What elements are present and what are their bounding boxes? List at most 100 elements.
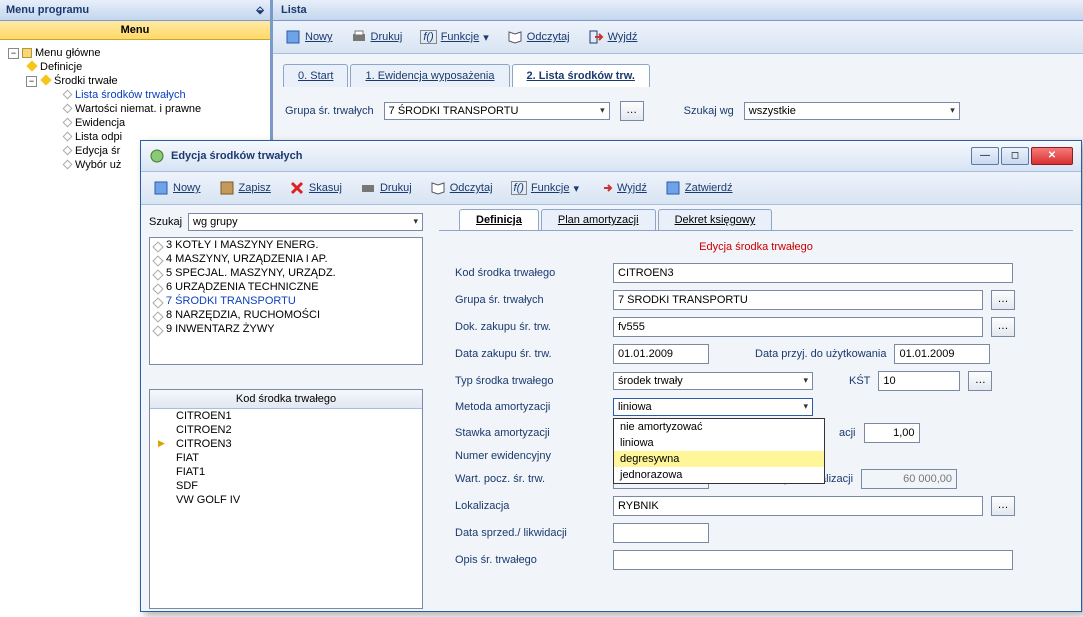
- pin-icon[interactable]: ⬙: [256, 5, 264, 16]
- table-row[interactable]: CITROEN1: [150, 409, 422, 423]
- table-row[interactable]: SDF: [150, 479, 422, 493]
- tab-lista-srodkow[interactable]: 2. Lista środków trw.: [512, 64, 650, 87]
- lok-lookup-button[interactable]: …: [991, 496, 1015, 516]
- diamond-icon: [40, 74, 51, 85]
- dropdown-option-highlighted[interactable]: degresywna: [614, 451, 824, 467]
- list-item[interactable]: 4 MASZYNY, URZĄDZENIA I AP.: [150, 252, 422, 266]
- print-icon: [360, 180, 376, 196]
- tree-definicje[interactable]: Definicje: [4, 60, 266, 74]
- odczytaj-button[interactable]: Odczytaj: [503, 27, 574, 47]
- dialog-right-pane: Definicja Plan amortyzacji Dekret księgo…: [431, 205, 1081, 617]
- exit-icon: [588, 29, 604, 45]
- diamond-icon: [63, 104, 73, 114]
- dlg-odczytaj-button[interactable]: Odczytaj: [426, 178, 497, 198]
- dok-lookup-button[interactable]: …: [991, 317, 1015, 337]
- diamond-icon: [63, 90, 73, 100]
- approve-icon: [665, 180, 681, 196]
- tab-plan[interactable]: Plan amortyzacji: [541, 209, 656, 230]
- table-row[interactable]: FIAT: [150, 451, 422, 465]
- dlg-wyjdz-button[interactable]: Wyjdź: [593, 178, 651, 198]
- nowy-button[interactable]: Nowy: [281, 27, 337, 47]
- new-icon: [285, 29, 301, 45]
- groups-listbox[interactable]: 3 KOTŁY I MASZYNY ENERG. 4 MASZYNY, URZĄ…: [149, 237, 423, 365]
- list-tabs: 0. Start 1. Ewidencja wyposażenia 2. Lis…: [273, 54, 1083, 87]
- table-row-selected[interactable]: CITROEN3: [150, 437, 422, 451]
- dlg-drukuj-button[interactable]: Drukuj: [356, 178, 416, 198]
- grupa-combo[interactable]: 7 ŚRODKI TRANSPORTU: [384, 102, 610, 120]
- minimize-button[interactable]: —: [971, 147, 999, 165]
- dlg-funkcje-button[interactable]: f()Funkcje ▾: [507, 179, 583, 197]
- save-icon: [219, 180, 235, 196]
- list-item[interactable]: 6 URZĄDZENIA TECHNICZNE: [150, 280, 422, 294]
- fn-icon: f(): [511, 181, 527, 195]
- tab-start[interactable]: 0. Start: [283, 64, 348, 87]
- drukuj-button[interactable]: Drukuj: [347, 27, 407, 47]
- wyjdz-button[interactable]: Wyjdź: [584, 27, 642, 47]
- table-row[interactable]: CITROEN2: [150, 423, 422, 437]
- book-icon: [507, 29, 523, 45]
- dialog-left-pane: Szukaj wg grupy 3 KOTŁY I MASZYNY ENERG.…: [141, 205, 431, 617]
- list-item[interactable]: 3 KOTŁY I MASZYNY ENERG.: [150, 238, 422, 252]
- funkcje-button[interactable]: f()Funkcje ▾: [416, 28, 492, 46]
- collapse-icon[interactable]: −: [8, 48, 19, 59]
- collapse-icon[interactable]: −: [26, 76, 37, 87]
- list-item[interactable]: 8 NARZĘDZIA, RUCHOMOŚCI: [150, 308, 422, 322]
- datap-input[interactable]: [894, 344, 990, 364]
- lok-input[interactable]: [613, 496, 983, 516]
- table-row[interactable]: VW GOLF IV: [150, 493, 422, 507]
- wartp-label: Wart. pocz. śr. trw.: [455, 473, 605, 485]
- dlg-zapisz-button[interactable]: Zapisz: [215, 178, 275, 198]
- szukaj-combo[interactable]: wszystkie: [744, 102, 960, 120]
- form-title: Edycja środka trwałego: [455, 241, 1057, 253]
- list-item[interactable]: 5 SPECJAL. MASZYNY, URZĄDZ.: [150, 266, 422, 280]
- dataz-label: Data zakupu śr. trw.: [455, 348, 605, 360]
- grupa-input[interactable]: [613, 290, 983, 310]
- dataz-input[interactable]: [613, 344, 709, 364]
- list-item-selected[interactable]: 7 ŚRODKI TRANSPORTU: [150, 294, 422, 308]
- delete-icon: [289, 180, 305, 196]
- dialog-titlebar[interactable]: Edycja środków trwałych — ◻ ✕: [141, 141, 1081, 172]
- list-item[interactable]: 9 INWENTARZ ŻYWY: [150, 322, 422, 336]
- grupa-lookup-button[interactable]: …: [620, 101, 644, 121]
- tree-srodki[interactable]: −Środki trwałe: [4, 74, 266, 88]
- dropdown-option[interactable]: liniowa: [614, 435, 824, 451]
- warta-input: [861, 469, 957, 489]
- stawka-label: Stawka amortyzacji: [455, 427, 605, 439]
- tree-leaf-ewidencja[interactable]: Ewidencja: [4, 116, 266, 130]
- dlg-nowy-button[interactable]: Nowy: [149, 178, 205, 198]
- kst-input[interactable]: [878, 371, 960, 391]
- close-button[interactable]: ✕: [1031, 147, 1073, 165]
- table-row[interactable]: FIAT1: [150, 465, 422, 479]
- dok-input[interactable]: [613, 317, 983, 337]
- dlg-zatwierdz-button[interactable]: Zatwierdź: [661, 178, 737, 198]
- inner-tabs: Definicja Plan amortyzacji Dekret księgo…: [459, 209, 1073, 230]
- datas-label: Data sprzed./ likwidacji: [455, 527, 605, 539]
- dropdown-option[interactable]: nie amortyzować: [614, 419, 824, 435]
- maximize-button[interactable]: ◻: [1001, 147, 1029, 165]
- datas-input[interactable]: [613, 523, 709, 543]
- diamond-icon: [63, 160, 73, 170]
- tree-leaf-lista[interactable]: Lista środków trwałych: [4, 88, 266, 102]
- metoda-combo[interactable]: liniowa: [613, 398, 813, 416]
- szukaj-combo[interactable]: wg grupy: [188, 213, 423, 231]
- acji-input[interactable]: [864, 423, 920, 443]
- folder-icon: [22, 48, 32, 58]
- tab-ewidencja[interactable]: 1. Ewidencja wyposażenia: [350, 64, 509, 87]
- dlg-skasuj-button[interactable]: Skasuj: [285, 178, 346, 198]
- assets-grid[interactable]: Kod środka trwałego CITROEN1 CITROEN2 CI…: [149, 389, 423, 609]
- new-icon: [153, 180, 169, 196]
- filter-row: Grupa śr. trwałych 7 ŚRODKI TRANSPORTU ……: [273, 87, 1083, 135]
- kst-lookup-button[interactable]: …: [968, 371, 992, 391]
- typ-combo[interactable]: środek trwały: [613, 372, 813, 390]
- tab-definicja[interactable]: Definicja: [459, 209, 539, 230]
- dropdown-option[interactable]: jednorazowa: [614, 467, 824, 483]
- kod-input[interactable]: [613, 263, 1013, 283]
- tree-leaf-wartosci[interactable]: Wartości niemat. i prawne: [4, 102, 266, 116]
- grupa-label: Grupa śr. trwałych: [285, 105, 374, 117]
- menu-bar-label: Menu: [0, 21, 270, 40]
- print-icon: [351, 29, 367, 45]
- opis-input[interactable]: [613, 550, 1013, 570]
- grupa-lookup-button[interactable]: …: [991, 290, 1015, 310]
- tab-dekret[interactable]: Dekret księgowy: [658, 209, 773, 230]
- tree-root[interactable]: −Menu główne: [4, 46, 266, 60]
